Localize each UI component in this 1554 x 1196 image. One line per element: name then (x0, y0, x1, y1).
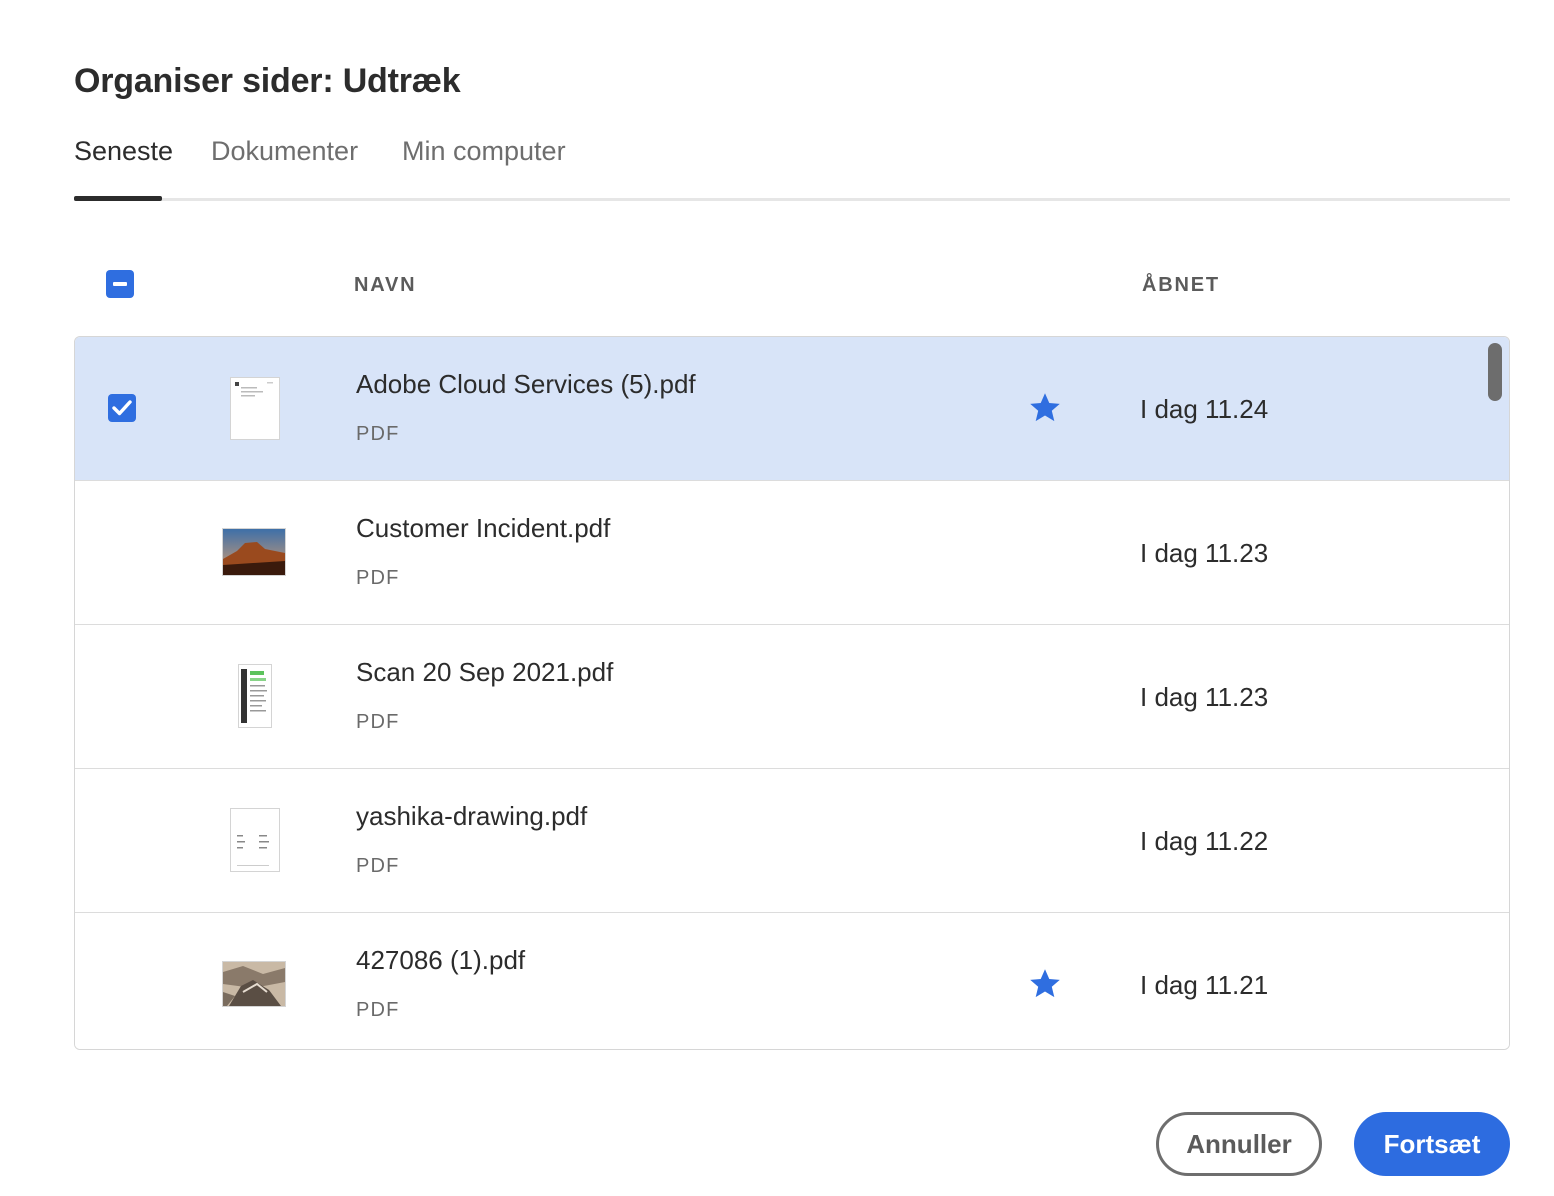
active-tab-indicator (74, 196, 162, 201)
scanned-page-icon (241, 669, 267, 723)
landscape-photo-icon (223, 529, 285, 575)
file-type: PDF (356, 567, 400, 589)
file-row[interactable]: Scan 20 Sep 2021.pdf PDF I dag 11.23 (75, 625, 1509, 769)
table-header: NAVN ÅBNET (74, 262, 1510, 308)
file-type: PDF (356, 423, 400, 445)
dialog-title: Organiser sider: Udtræk (74, 62, 461, 100)
opened-time: I dag 11.23 (1140, 682, 1269, 712)
file-row[interactable]: 427086 (1).pdf PDF I dag 11.21 (75, 913, 1509, 1049)
select-all-checkbox[interactable] (106, 270, 134, 298)
row-checkbox[interactable] (108, 394, 136, 422)
file-thumbnail (222, 528, 286, 576)
file-type: PDF (356, 999, 400, 1021)
file-name: yashika-drawing.pdf (356, 801, 588, 831)
file-row[interactable]: yashika-drawing.pdf PDF I dag 11.22 (75, 769, 1509, 913)
file-name: 427086 (1).pdf (356, 945, 526, 975)
checkmark-icon (112, 400, 132, 416)
opened-time: I dag 11.24 (1140, 394, 1269, 424)
column-header-name[interactable]: NAVN (354, 274, 416, 297)
opened-time: I dag 11.22 (1140, 826, 1269, 856)
scrollbar-thumb[interactable] (1488, 343, 1502, 401)
document-page-icon (235, 382, 273, 397)
file-thumbnail (222, 961, 286, 1007)
file-type: PDF (356, 711, 400, 733)
opened-time: I dag 11.23 (1140, 538, 1269, 568)
tab-track (74, 198, 1510, 201)
file-thumbnail (238, 664, 272, 728)
tab-documents[interactable]: Dokumenter (211, 136, 358, 167)
star-icon[interactable] (1027, 967, 1063, 1001)
file-name: Customer Incident.pdf (356, 513, 611, 543)
cancel-button[interactable]: Annuller (1156, 1112, 1322, 1176)
file-list: Adobe Cloud Services (5).pdf PDF I dag 1… (74, 336, 1510, 1050)
tab-my-computer[interactable]: Min computer (402, 136, 566, 167)
file-thumbnail (230, 808, 280, 872)
file-thumbnail (230, 377, 280, 440)
file-row[interactable]: Customer Incident.pdf PDF I dag 11.23 (75, 481, 1509, 625)
file-name: Scan 20 Sep 2021.pdf (356, 657, 614, 687)
indeterminate-icon (113, 282, 127, 286)
continue-button[interactable]: Fortsæt (1354, 1112, 1510, 1176)
file-type: PDF (356, 855, 400, 877)
column-header-opened[interactable]: ÅBNET (1142, 274, 1220, 297)
file-row[interactable]: Adobe Cloud Services (5).pdf PDF I dag 1… (75, 337, 1509, 481)
rock-photo-icon (223, 962, 285, 1006)
drawing-page-icon (237, 835, 269, 866)
file-name: Adobe Cloud Services (5).pdf (356, 369, 696, 399)
tab-bar: Seneste Dokumenter Min computer (74, 132, 1510, 202)
opened-time: I dag 11.21 (1140, 970, 1269, 1000)
tab-recent[interactable]: Seneste (74, 136, 173, 167)
star-icon[interactable] (1027, 391, 1063, 425)
